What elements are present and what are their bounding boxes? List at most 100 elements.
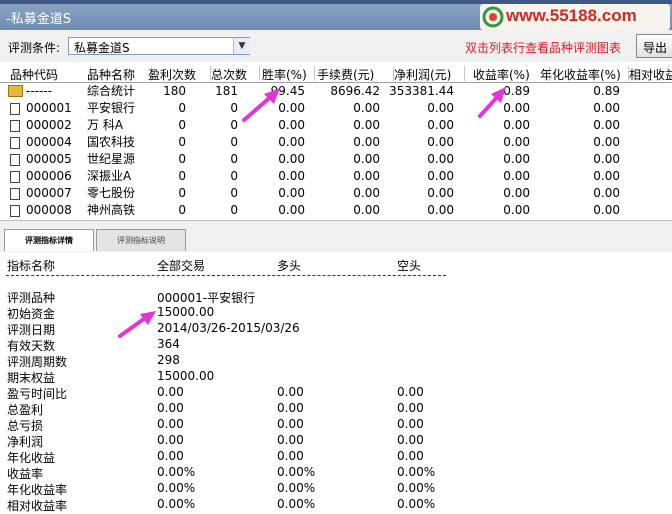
column-header-net[interactable]: 净利润(元) bbox=[388, 66, 465, 81]
cell-annualized: 0.00 bbox=[593, 152, 620, 166]
column-header-code[interactable]: 品种代码 bbox=[0, 66, 91, 81]
details-label: 初始资金 bbox=[7, 307, 56, 321]
cell-name: 综合统计 bbox=[87, 84, 136, 98]
cell-fee: 0.00 bbox=[353, 118, 380, 132]
details-value-long: 0.00 bbox=[277, 401, 304, 415]
cell-net: 0.00 bbox=[427, 152, 454, 166]
cell-win-rate: 0.00 bbox=[278, 101, 305, 115]
cell-wins: 0 bbox=[178, 152, 186, 166]
table-row[interactable]: 000004 国农科技 0 0 0.00 0.00 0.00 0.00 0.00 bbox=[0, 134, 672, 151]
cell-return: 0.00 bbox=[503, 203, 530, 217]
chevron-down-icon[interactable]: ▼ bbox=[233, 38, 250, 54]
document-icon bbox=[10, 137, 20, 149]
hint-text: 双击列表行查看品种评测图表 bbox=[465, 41, 622, 55]
cell-win-rate: 0.00 bbox=[278, 169, 305, 183]
cell-annualized: 0.00 bbox=[593, 135, 620, 149]
cell-fee: 0.00 bbox=[353, 203, 380, 217]
cell-win-rate: 0.00 bbox=[278, 186, 305, 200]
details-value-all: 364 bbox=[157, 337, 180, 351]
cell-code: 000006 bbox=[26, 169, 72, 183]
cell-annualized: 0.00 bbox=[593, 101, 620, 115]
cell-total: 181 bbox=[215, 84, 238, 98]
document-icon bbox=[10, 120, 20, 132]
cell-fee: 0.00 bbox=[353, 152, 380, 166]
folder-icon bbox=[8, 85, 23, 97]
cell-code: 000005 bbox=[26, 152, 72, 166]
criteria-label: 评测条件: bbox=[8, 41, 61, 55]
cell-annualized: 0.00 bbox=[593, 186, 620, 200]
details-label: 年化收益率 bbox=[7, 483, 68, 497]
details-label: 期末权益 bbox=[7, 371, 56, 385]
details-value-all: 0.00 bbox=[157, 401, 184, 415]
details-value-all: 0.00 bbox=[157, 385, 184, 399]
tab-indicator-details[interactable]: 评测指标详情 bbox=[4, 229, 94, 251]
cell-name: 平安银行 bbox=[87, 101, 136, 115]
details-value-all: 0.00% bbox=[157, 481, 196, 495]
cell-fee: 0.00 bbox=[353, 101, 380, 115]
document-icon bbox=[10, 171, 20, 183]
cell-total: 0 bbox=[230, 152, 238, 166]
cell-win-rate: 0.00 bbox=[278, 118, 305, 132]
cell-total: 0 bbox=[230, 101, 238, 115]
cell-return: 0.00 bbox=[503, 169, 530, 183]
column-header-total[interactable]: 总次数 bbox=[209, 66, 260, 81]
column-header-annualized[interactable]: 年化收益率(%) bbox=[536, 66, 629, 81]
cell-code: ------ bbox=[26, 84, 52, 98]
cell-net: 0.00 bbox=[427, 186, 454, 200]
cell-net: 353381.44 bbox=[389, 84, 454, 98]
cell-return: 0.00 bbox=[503, 118, 530, 132]
details-divider bbox=[6, 275, 446, 276]
details-header-name: 指标名称 bbox=[7, 259, 56, 273]
criteria-select-value: 私募金道S bbox=[74, 41, 130, 55]
column-header-win-rate[interactable]: 胜率(%) bbox=[258, 66, 315, 81]
column-header-wins[interactable]: 盈利次数 bbox=[146, 66, 211, 81]
cell-total: 0 bbox=[230, 118, 238, 132]
column-header-fee[interactable]: 手续费(元) bbox=[311, 66, 394, 81]
cell-total: 0 bbox=[230, 169, 238, 183]
document-icon bbox=[10, 188, 20, 200]
details-value-short: 0.00% bbox=[397, 497, 436, 511]
details-value-long: 0.00% bbox=[277, 497, 316, 511]
cell-return: 0.89 bbox=[503, 84, 530, 98]
details-label: 净利润 bbox=[7, 435, 44, 449]
cell-annualized: 0.00 bbox=[593, 203, 620, 217]
table-row[interactable]: 000006 深振业A 0 0 0.00 0.00 0.00 0.00 0.00 bbox=[0, 168, 672, 185]
details-value-short: 0.00 bbox=[397, 401, 424, 415]
details-label: 有效天数 bbox=[7, 339, 56, 353]
cell-name: 国农科技 bbox=[87, 135, 136, 149]
logo-icon bbox=[482, 6, 504, 28]
table-row[interactable]: 000008 神州高铁 0 0 0.00 0.00 0.00 0.00 0.00 bbox=[0, 202, 672, 219]
details-label: 评测周期数 bbox=[7, 355, 68, 369]
details-value-all: 0.00 bbox=[157, 449, 184, 463]
table-row[interactable]: 000001 平安银行 0 0 0.00 0.00 0.00 0.00 0.00 bbox=[0, 100, 672, 117]
document-icon bbox=[10, 205, 20, 217]
cell-wins: 0 bbox=[178, 186, 186, 200]
details-value-short: 0.00% bbox=[397, 481, 436, 495]
cell-net: 0.00 bbox=[427, 118, 454, 132]
cell-name: 神州高铁 bbox=[87, 203, 136, 217]
table-row[interactable]: 000007 零七股份 0 0 0.00 0.00 0.00 0.00 0.00 bbox=[0, 185, 672, 202]
details-value-all: 15000.00 bbox=[157, 369, 215, 383]
cell-annualized: 0.89 bbox=[593, 84, 620, 98]
details-value-all: 15000.00 bbox=[157, 305, 215, 319]
cell-annualized: 0.00 bbox=[593, 118, 620, 132]
details-value-long: 0.00% bbox=[277, 465, 316, 479]
cell-win-rate: 0.00 bbox=[278, 152, 305, 166]
table-row[interactable]: ------ 综合统计 180 181 99.45 8696.42 353381.44 0.8… bbox=[0, 83, 672, 100]
details-label: 评测日期 bbox=[7, 323, 56, 337]
cell-return: 0.00 bbox=[503, 101, 530, 115]
details-value-all: 298 bbox=[157, 353, 180, 367]
table-row[interactable]: 000005 世纪星源 0 0 0.00 0.00 0.00 0.00 0.00 bbox=[0, 151, 672, 168]
document-icon bbox=[10, 103, 20, 115]
cell-fee: 0.00 bbox=[353, 186, 380, 200]
cell-wins: 0 bbox=[178, 135, 186, 149]
export-button[interactable]: 导出 bbox=[636, 34, 672, 58]
column-header-relative[interactable]: 相对收益 bbox=[625, 66, 672, 81]
cell-net: 0.00 bbox=[427, 203, 454, 217]
tab-indicator-description[interactable]: 评测指标说明 bbox=[96, 229, 186, 251]
column-header-name[interactable]: 品种名称 bbox=[81, 66, 152, 81]
cell-wins: 0 bbox=[178, 118, 186, 132]
table-row[interactable]: 000002 万 科A 0 0 0.00 0.00 0.00 0.00 0.00 bbox=[0, 117, 672, 134]
cell-name: 零七股份 bbox=[87, 186, 136, 200]
cell-win-rate: 0.00 bbox=[278, 203, 305, 217]
